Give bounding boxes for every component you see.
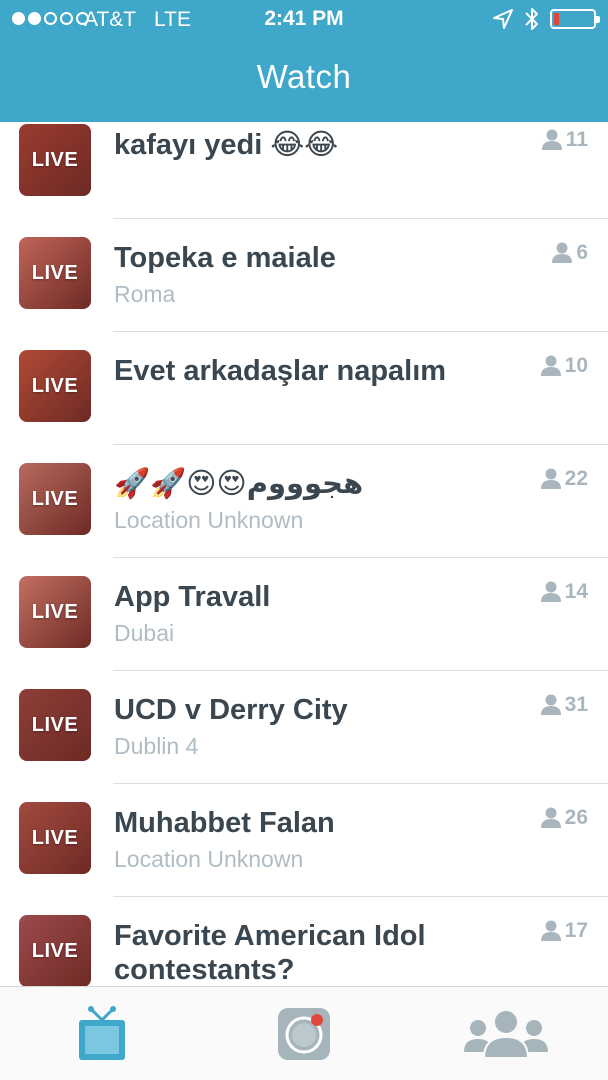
battery-icon [550, 9, 600, 29]
broadcast-title: App Travall [114, 581, 271, 613]
tv-icon [79, 1006, 125, 1060]
viewer-count-value: 6 [576, 241, 588, 264]
viewer-count: 10 [540, 354, 588, 378]
status-bar: AT&T LTE 2:41 PM [0, 0, 608, 40]
tab-broadcast[interactable] [274, 1003, 334, 1065]
bluetooth-icon [525, 8, 538, 30]
viewer-count: 31 [540, 693, 588, 717]
broadcast-row[interactable]: LIVE Topeka e maiale Roma 6 [0, 219, 608, 332]
broadcast-thumbnail[interactable]: LIVE [19, 802, 91, 874]
broadcast-thumbnail[interactable]: LIVE [19, 237, 91, 309]
broadcast-location: Dubai [114, 620, 175, 646]
tab-watch[interactable] [74, 1003, 130, 1065]
person-icon [540, 694, 561, 715]
broadcast-thumbnail[interactable]: LIVE [19, 915, 91, 986]
broadcast-title: Favorite American Idol contestants? [114, 920, 426, 986]
live-badge: LIVE [31, 826, 79, 849]
broadcast-row[interactable]: LIVE 🚀🚀😍😍هجوووم Location Unknown 22 [0, 445, 608, 558]
person-icon [541, 129, 562, 150]
person-icon [540, 581, 561, 602]
broadcast-row[interactable]: LIVE UCD v Derry City Dublin 4 31 [0, 671, 608, 784]
camera-icon [278, 1008, 330, 1060]
page-title: Watch [256, 58, 352, 95]
broadcast-location: Roma [114, 281, 176, 307]
viewer-count: 26 [540, 806, 588, 830]
person-icon [540, 807, 561, 828]
live-badge: LIVE [31, 261, 79, 284]
tab-bar [0, 986, 608, 1080]
viewer-count: 22 [540, 467, 588, 491]
top-bar: AT&T LTE 2:41 PM Watch [0, 0, 608, 122]
location-arrow-icon [493, 9, 513, 29]
broadcast-location: Dublin 4 [114, 733, 199, 759]
broadcast-title: Topeka e maiale [114, 242, 336, 274]
viewer-count-value: 22 [564, 467, 588, 490]
broadcast-row[interactable]: LIVE App Travall Dubai 14 [0, 558, 608, 671]
live-badge: LIVE [31, 713, 79, 736]
person-icon [552, 242, 573, 263]
viewer-count-value: 14 [564, 580, 588, 603]
live-badge: LIVE [31, 600, 79, 623]
person-icon [540, 468, 561, 489]
broadcast-list[interactable]: LIVE kafayı yedi 😂😂 11 LIVE Topeka e maiale R… [0, 122, 608, 986]
viewer-count: 14 [540, 580, 588, 604]
viewer-count-value: 17 [564, 919, 588, 942]
live-badge: LIVE [31, 148, 79, 171]
status-icons [492, 6, 600, 32]
broadcast-title: 🚀🚀😍😍هجوووم [114, 468, 364, 500]
broadcast-thumbnail[interactable]: LIVE [19, 463, 91, 535]
viewer-count-value: 26 [564, 806, 588, 829]
broadcast-thumbnail[interactable]: LIVE [19, 124, 91, 196]
broadcast-location: Location Unknown [114, 846, 304, 872]
broadcast-title: UCD v Derry City [114, 694, 348, 726]
viewer-count-value: 10 [564, 354, 588, 377]
person-icon [540, 355, 561, 376]
viewer-count: 11 [541, 128, 588, 152]
broadcast-title: Evet arkadaşlar napalım [114, 355, 447, 387]
live-badge: LIVE [31, 939, 79, 962]
live-badge: LIVE [31, 374, 79, 397]
broadcast-thumbnail[interactable]: LIVE [19, 350, 91, 422]
person-icon [540, 920, 561, 941]
broadcast-title: kafayı yedi 😂😂 [114, 129, 339, 161]
broadcast-row[interactable]: LIVE Favorite American Idol contestants? 1… [0, 897, 608, 986]
broadcast-location: Location Unknown [114, 507, 304, 533]
live-badge: LIVE [31, 487, 79, 510]
viewer-count-value: 31 [564, 693, 588, 716]
broadcast-thumbnail[interactable]: LIVE [19, 689, 91, 761]
broadcast-row[interactable]: LIVE Evet arkadaşlar napalım 10 [0, 332, 608, 445]
tab-people[interactable] [464, 1003, 548, 1065]
broadcast-title: Muhabbet Falan [114, 807, 335, 839]
broadcast-thumbnail[interactable]: LIVE [19, 576, 91, 648]
broadcast-row[interactable]: LIVE Muhabbet Falan Location Unknown 26 [0, 784, 608, 897]
viewer-count: 17 [540, 919, 588, 943]
viewer-count-value: 11 [565, 128, 588, 151]
viewer-count: 6 [552, 241, 588, 265]
broadcast-row[interactable]: LIVE kafayı yedi 😂😂 11 [0, 122, 608, 219]
people-icon [464, 1009, 548, 1059]
